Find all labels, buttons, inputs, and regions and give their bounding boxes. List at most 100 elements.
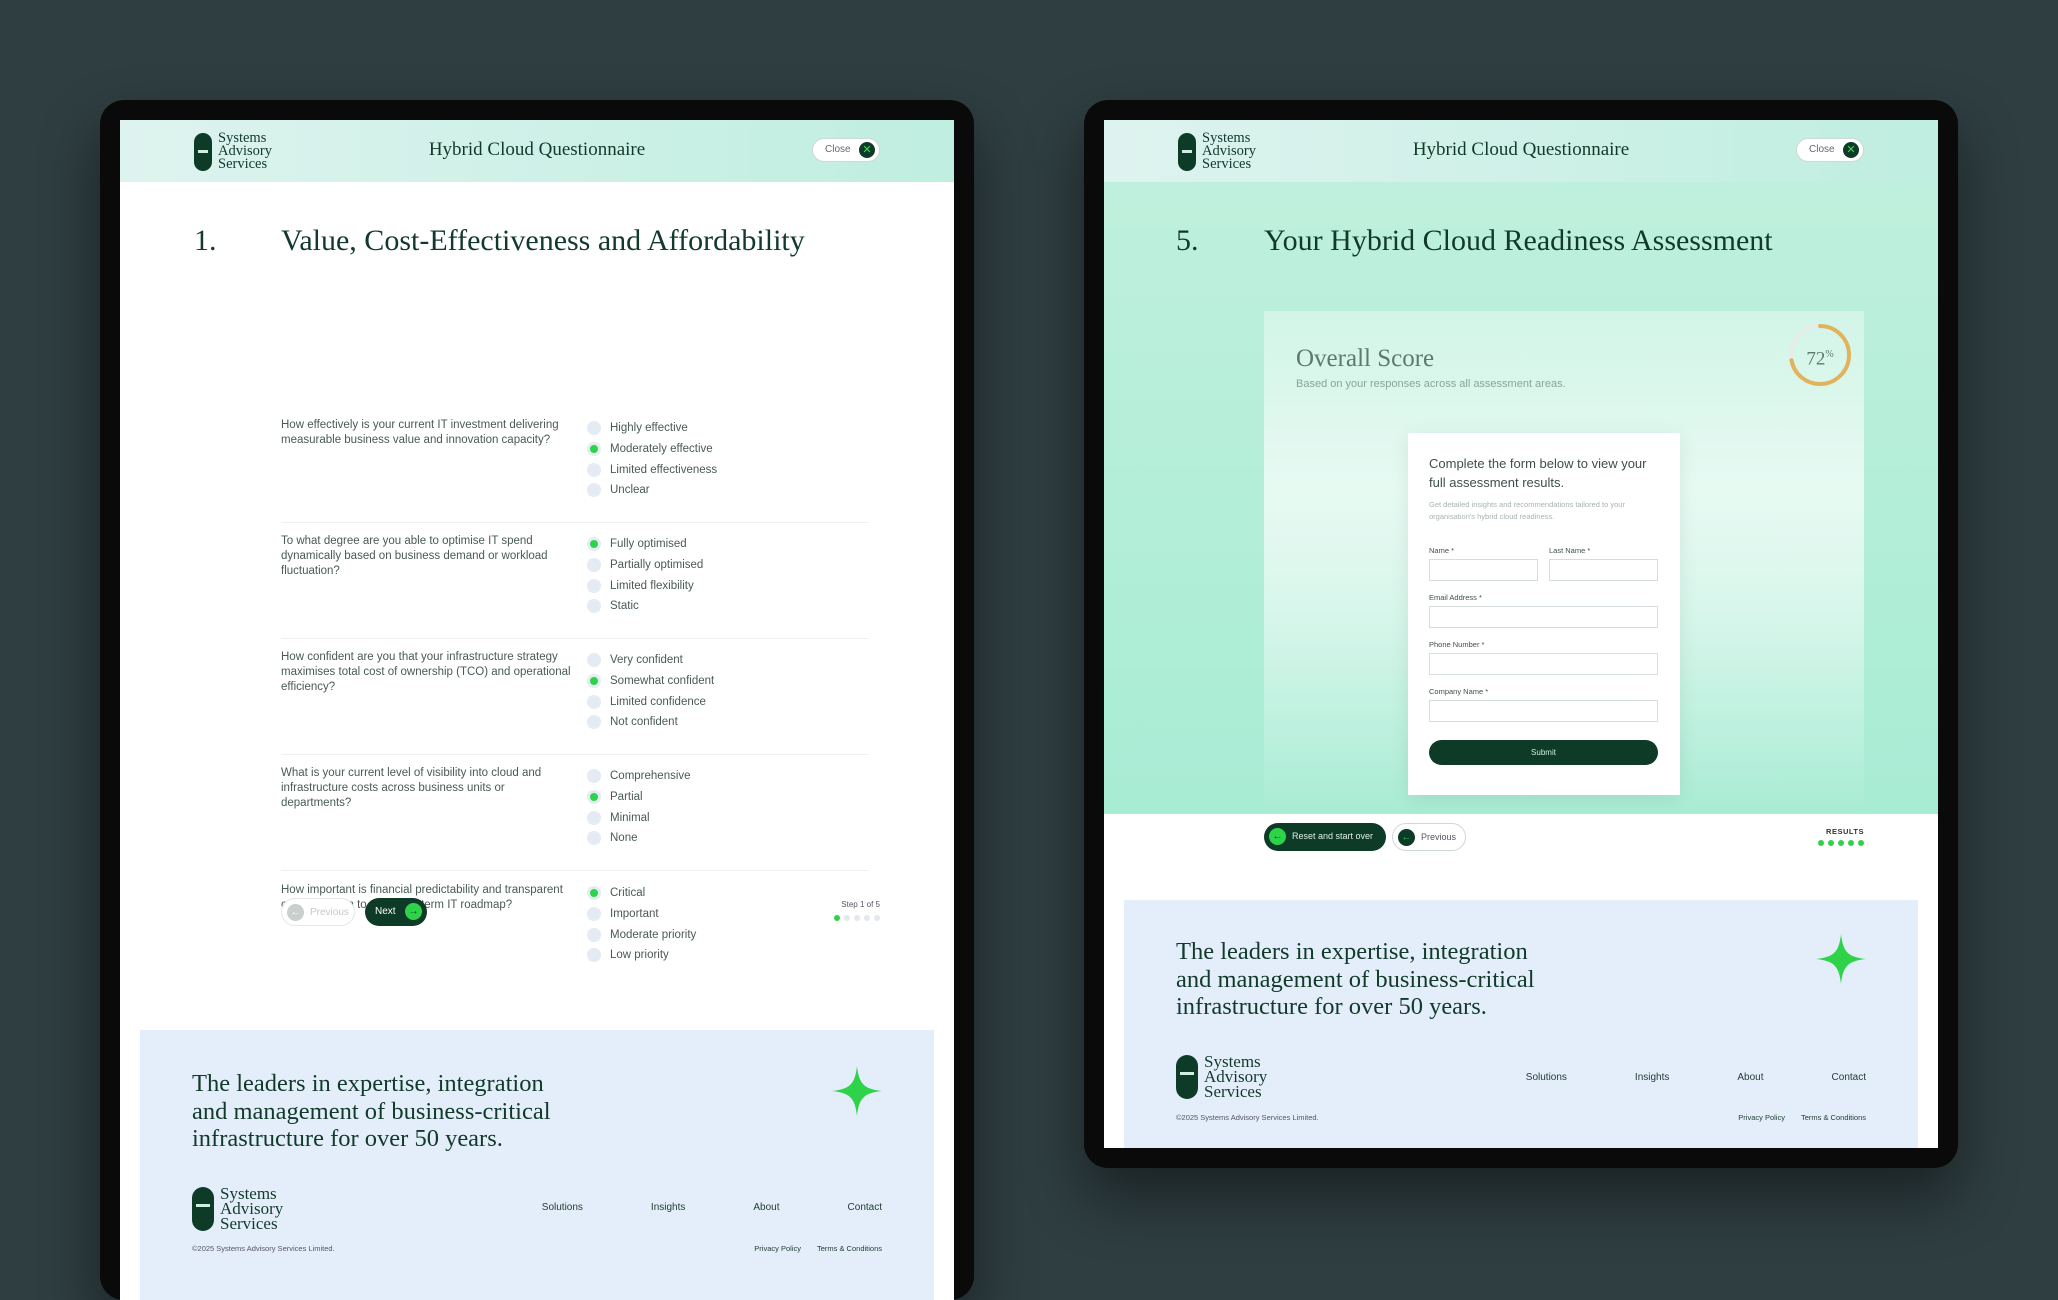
answer-option-label: Critical <box>610 887 646 900</box>
terms-link[interactable]: Terms & Conditions <box>1801 1113 1866 1122</box>
radio-selected-icon[interactable] <box>587 886 601 901</box>
answer-option[interactable]: Static <box>587 596 703 617</box>
top-bar: Systems Advisory Services Hybrid Cloud Q… <box>120 120 954 182</box>
radio-icon[interactable] <box>587 694 601 709</box>
next-button[interactable]: Next → <box>365 898 427 926</box>
radio-icon[interactable] <box>587 810 601 825</box>
footer-link-insights[interactable]: Insights <box>1635 1072 1669 1083</box>
progress-dot[interactable] <box>834 915 840 921</box>
answer-option-label: Partially optimised <box>610 559 704 572</box>
footer-logo[interactable]: Systems Advisory Services <box>1176 1053 1267 1100</box>
answer-option-label: Limited flexibility <box>610 579 694 592</box>
answer-option[interactable]: None <box>587 828 691 849</box>
answer-option[interactable]: Not confident <box>587 712 714 733</box>
privacy-policy-link[interactable]: Privacy Policy <box>754 1244 801 1253</box>
answer-option[interactable]: Moderate priority <box>587 924 696 945</box>
privacy-policy-link[interactable]: Privacy Policy <box>1738 1113 1785 1122</box>
answer-option[interactable]: Critical <box>587 883 696 904</box>
terms-link[interactable]: Terms & Conditions <box>817 1244 882 1253</box>
progress-dot[interactable] <box>874 915 880 921</box>
progress-dot[interactable] <box>1848 840 1854 846</box>
radio-icon[interactable] <box>587 831 601 846</box>
footer-link-contact[interactable]: Contact <box>848 1202 882 1213</box>
progress-dot[interactable] <box>1858 840 1864 846</box>
answer-option[interactable]: Highly effective <box>587 418 717 439</box>
company-input[interactable] <box>1429 700 1658 722</box>
radio-selected-icon[interactable] <box>587 537 601 552</box>
footer: The leaders in expertise, integration an… <box>140 1030 934 1300</box>
answer-option[interactable]: Unclear <box>587 480 717 501</box>
radio-icon[interactable] <box>587 558 601 573</box>
score-value: 72% <box>1806 348 1834 370</box>
arrow-left-icon: ← <box>1269 828 1286 845</box>
answer-option[interactable]: Very confident <box>587 650 714 671</box>
progress-dot[interactable] <box>864 915 870 921</box>
progress-dot[interactable] <box>854 915 860 921</box>
radio-selected-icon[interactable] <box>587 442 601 457</box>
phone-label: Phone Number * <box>1429 640 1485 649</box>
progress-dot[interactable] <box>844 915 850 921</box>
radio-icon[interactable] <box>587 948 601 963</box>
radio-icon[interactable] <box>587 927 601 942</box>
arrow-left-icon: ← <box>287 904 304 921</box>
previous-button[interactable]: ← Previous <box>1392 823 1466 851</box>
answer-option[interactable]: Moderately effective <box>587 439 717 460</box>
answer-option[interactable]: Fully optimised <box>587 534 703 555</box>
answer-option-label: Comprehensive <box>610 770 691 783</box>
answer-option[interactable]: Partially optimised <box>587 555 703 576</box>
close-button[interactable]: Close ✕ <box>1796 138 1864 162</box>
answer-option-label: Limited effectiveness <box>610 463 718 476</box>
footer-link-contact[interactable]: Contact <box>1832 1072 1866 1083</box>
answer-option[interactable]: Limited flexibility <box>587 575 703 596</box>
phone-input[interactable] <box>1429 653 1658 675</box>
radio-icon[interactable] <box>587 578 601 593</box>
footer-tagline: The leaders in expertise, integration an… <box>1176 938 1535 1020</box>
reset-button[interactable]: ← Reset and start over <box>1264 823 1386 851</box>
answer-option-label: Moderate priority <box>610 928 697 941</box>
footer-logo[interactable]: Systems Advisory Services <box>192 1185 283 1232</box>
radio-icon[interactable] <box>587 599 601 614</box>
footer-copyright: ©2025 Systems Advisory Services Limited. <box>1176 1113 1319 1122</box>
answer-option[interactable]: Minimal <box>587 807 691 828</box>
answer-option[interactable]: Comprehensive <box>587 766 691 787</box>
name-input[interactable] <box>1429 559 1538 581</box>
section-title: Value, Cost-Effectiveness and Affordabil… <box>281 224 805 257</box>
radio-selected-icon[interactable] <box>587 674 601 689</box>
form-subtext: Get detailed insights and recommendation… <box>1429 500 1625 521</box>
radio-icon[interactable] <box>587 907 601 922</box>
progress-dot[interactable] <box>1818 840 1824 846</box>
close-label: Close <box>1809 144 1835 155</box>
answer-options: Fully optimised Partially optimised Limite… <box>587 534 703 617</box>
radio-icon[interactable] <box>587 653 601 668</box>
question-divider <box>281 638 869 639</box>
radio-icon[interactable] <box>587 769 601 784</box>
email-input[interactable] <box>1429 606 1658 628</box>
submit-button[interactable]: Submit <box>1429 740 1658 765</box>
answer-option[interactable]: Important <box>587 904 696 925</box>
radio-icon[interactable] <box>587 483 601 498</box>
question-divider <box>281 522 869 523</box>
progress-dot[interactable] <box>1838 840 1844 846</box>
answer-option-label: Unclear <box>610 484 650 497</box>
footer-link-solutions[interactable]: Solutions <box>1526 1072 1567 1083</box>
last-name-input[interactable] <box>1549 559 1658 581</box>
answer-option[interactable]: Somewhat confident <box>587 671 714 692</box>
previous-button[interactable]: ← Previous <box>281 898 355 926</box>
footer-link-insights[interactable]: Insights <box>651 1202 685 1213</box>
radio-icon[interactable] <box>587 421 601 436</box>
score-title: Overall Score <box>1296 345 1435 372</box>
email-label: Email Address * <box>1429 593 1482 602</box>
answer-option[interactable]: Partial <box>587 787 691 808</box>
results-form: Complete the form below to view your ful… <box>1408 433 1680 795</box>
radio-icon[interactable] <box>587 715 601 730</box>
radio-icon[interactable] <box>587 462 601 477</box>
close-button[interactable]: Close ✕ <box>812 138 880 162</box>
radio-selected-icon[interactable] <box>587 790 601 805</box>
answer-option[interactable]: Limited effectiveness <box>587 459 717 480</box>
footer-link-solutions[interactable]: Solutions <box>542 1202 583 1213</box>
footer-link-about[interactable]: About <box>1737 1072 1763 1083</box>
footer-link-about[interactable]: About <box>753 1202 779 1213</box>
answer-option[interactable]: Low priority <box>587 945 696 966</box>
progress-dot[interactable] <box>1828 840 1834 846</box>
answer-option[interactable]: Limited confidence <box>587 691 714 712</box>
